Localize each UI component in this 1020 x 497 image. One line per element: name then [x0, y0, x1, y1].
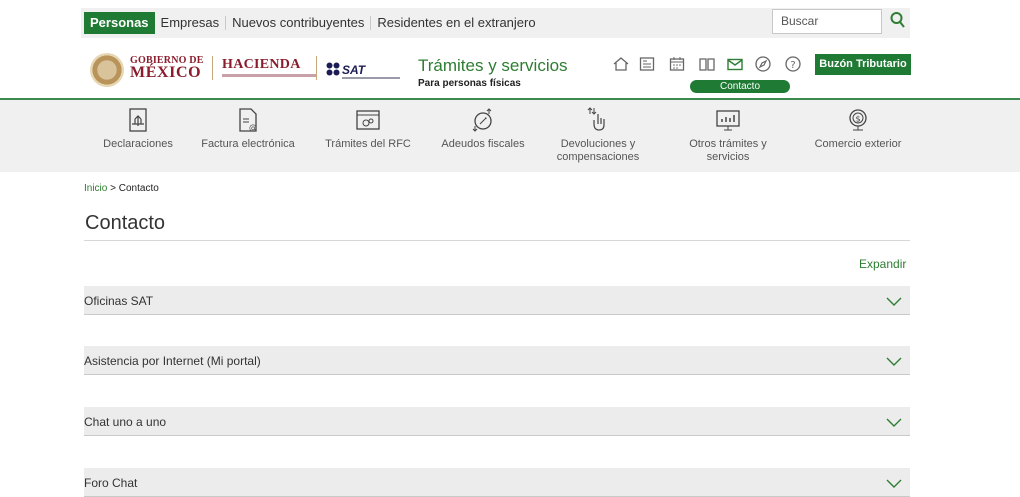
gobierno-mexico-logo[interactable]: GOBIERNO DE MÉXICO	[90, 51, 210, 87]
accordion-item-asistencia-internet[interactable]: Asistencia por Internet (Mi portal)	[84, 346, 910, 375]
page-title: Contacto	[85, 212, 166, 234]
accordion-label: Foro Chat	[84, 476, 138, 490]
nav-label: Declaraciones	[103, 138, 173, 150]
svg-text:$: $	[855, 115, 860, 124]
refunds-icon	[584, 106, 612, 134]
declarations-icon	[124, 106, 152, 134]
audience-tabs: Personas Empresas Nuevos contribuyentes …	[84, 12, 542, 34]
other-services-icon	[714, 106, 742, 134]
chevron-down-icon[interactable]	[886, 294, 902, 306]
search-input[interactable]: Buscar	[772, 9, 882, 34]
sat-logo-subtitle	[342, 77, 400, 79]
sat-logo-text: SAT	[342, 63, 366, 77]
nav-item-comercio-exterior[interactable]: $ Comercio exterior	[803, 100, 913, 172]
sat-dots-icon	[326, 62, 340, 76]
tab-residentes-extranjero[interactable]: Residentes en el extranjero	[371, 12, 541, 34]
section-title[interactable]: Trámites y servicios	[418, 56, 568, 76]
section-subtitle: Para personas físicas	[418, 78, 521, 89]
tab-nuevos-contribuyentes[interactable]: Nuevos contribuyentes	[226, 12, 370, 34]
chevron-down-icon[interactable]	[886, 476, 902, 488]
nav-item-otros-tramites[interactable]: Otros trámites y servicios	[673, 100, 783, 172]
help-icon[interactable]: ?	[784, 55, 802, 73]
rfc-icon	[354, 106, 382, 134]
main-nav: Declaraciones @ Factura electrónica Trám…	[0, 100, 1020, 172]
breadcrumb: Inicio > Contacto	[84, 183, 159, 194]
nav-item-tramites-rfc[interactable]: Trámites del RFC	[313, 100, 423, 172]
accordion-label: Asistencia por Internet (Mi portal)	[84, 354, 261, 368]
compass-icon[interactable]	[754, 55, 772, 73]
nav-label: Trámites del RFC	[325, 138, 411, 150]
accordion-label: Chat uno a uno	[84, 415, 167, 429]
title-divider	[84, 240, 910, 241]
foreign-trade-icon: $	[844, 106, 872, 134]
gob-logo-big-text: MÉXICO	[130, 64, 202, 81]
invoice-icon: @	[234, 106, 262, 134]
calendar-icon[interactable]	[668, 55, 686, 73]
nav-label: Adeudos fiscales	[441, 138, 525, 150]
accordion-label: Oficinas SAT	[84, 294, 154, 308]
accordion-item-foro-chat[interactable]: Foro Chat	[84, 468, 910, 497]
debts-icon	[469, 106, 497, 134]
tab-empresas[interactable]: Empresas	[155, 12, 226, 34]
nav-item-adeudos-fiscales[interactable]: Adeudos fiscales	[428, 100, 538, 172]
book-icon[interactable]	[698, 55, 716, 73]
chevron-down-icon[interactable]	[886, 354, 902, 366]
logo-divider	[212, 56, 213, 80]
tab-personas[interactable]: Personas	[84, 12, 155, 34]
hacienda-logo[interactable]: HACIENDA	[222, 57, 301, 73]
site-header: GOBIERNO DE MÉXICO HACIENDA SAT Trámites…	[0, 40, 1020, 100]
active-icon-label[interactable]: Contacto	[690, 80, 790, 93]
sat-logo[interactable]: SAT	[326, 60, 406, 82]
search-icon[interactable]	[889, 10, 907, 30]
national-seal-icon	[90, 53, 124, 87]
breadcrumb-separator: >	[107, 183, 119, 194]
nav-label: Comercio exterior	[814, 138, 902, 150]
logo-divider	[316, 56, 317, 80]
audience-bar: Personas Empresas Nuevos contribuyentes …	[0, 0, 1020, 40]
accordion-item-chat-uno-a-uno[interactable]: Chat uno a uno	[84, 407, 910, 436]
hacienda-logo-subtitle	[222, 74, 317, 77]
buzon-tributario-button[interactable]: Buzón Tributario	[815, 54, 911, 75]
nav-item-devoluciones[interactable]: Devoluciones y compensaciones	[543, 100, 653, 172]
audience-bar-inner: Personas Empresas Nuevos contribuyentes …	[81, 8, 910, 38]
mail-icon[interactable]	[726, 55, 744, 73]
newspaper-icon[interactable]	[638, 55, 656, 73]
nav-item-declaraciones[interactable]: Declaraciones	[83, 100, 193, 172]
accordion-item-oficinas-sat[interactable]: Oficinas SAT	[84, 286, 910, 315]
nav-label: Factura electrónica	[201, 138, 295, 150]
svg-text:@: @	[249, 123, 257, 132]
nav-label: Devoluciones y compensaciones	[556, 138, 640, 163]
expand-all-link[interactable]: Expandir	[859, 257, 906, 271]
home-icon[interactable]	[612, 55, 630, 73]
breadcrumb-current: Contacto	[118, 183, 159, 194]
breadcrumb-home-link[interactable]: Inicio	[84, 183, 107, 194]
nav-label: Otros trámites y servicios	[689, 138, 767, 163]
nav-item-factura-electronica[interactable]: @ Factura electrónica	[193, 100, 303, 172]
svg-text:?: ?	[790, 60, 795, 71]
chevron-down-icon[interactable]	[886, 415, 902, 427]
